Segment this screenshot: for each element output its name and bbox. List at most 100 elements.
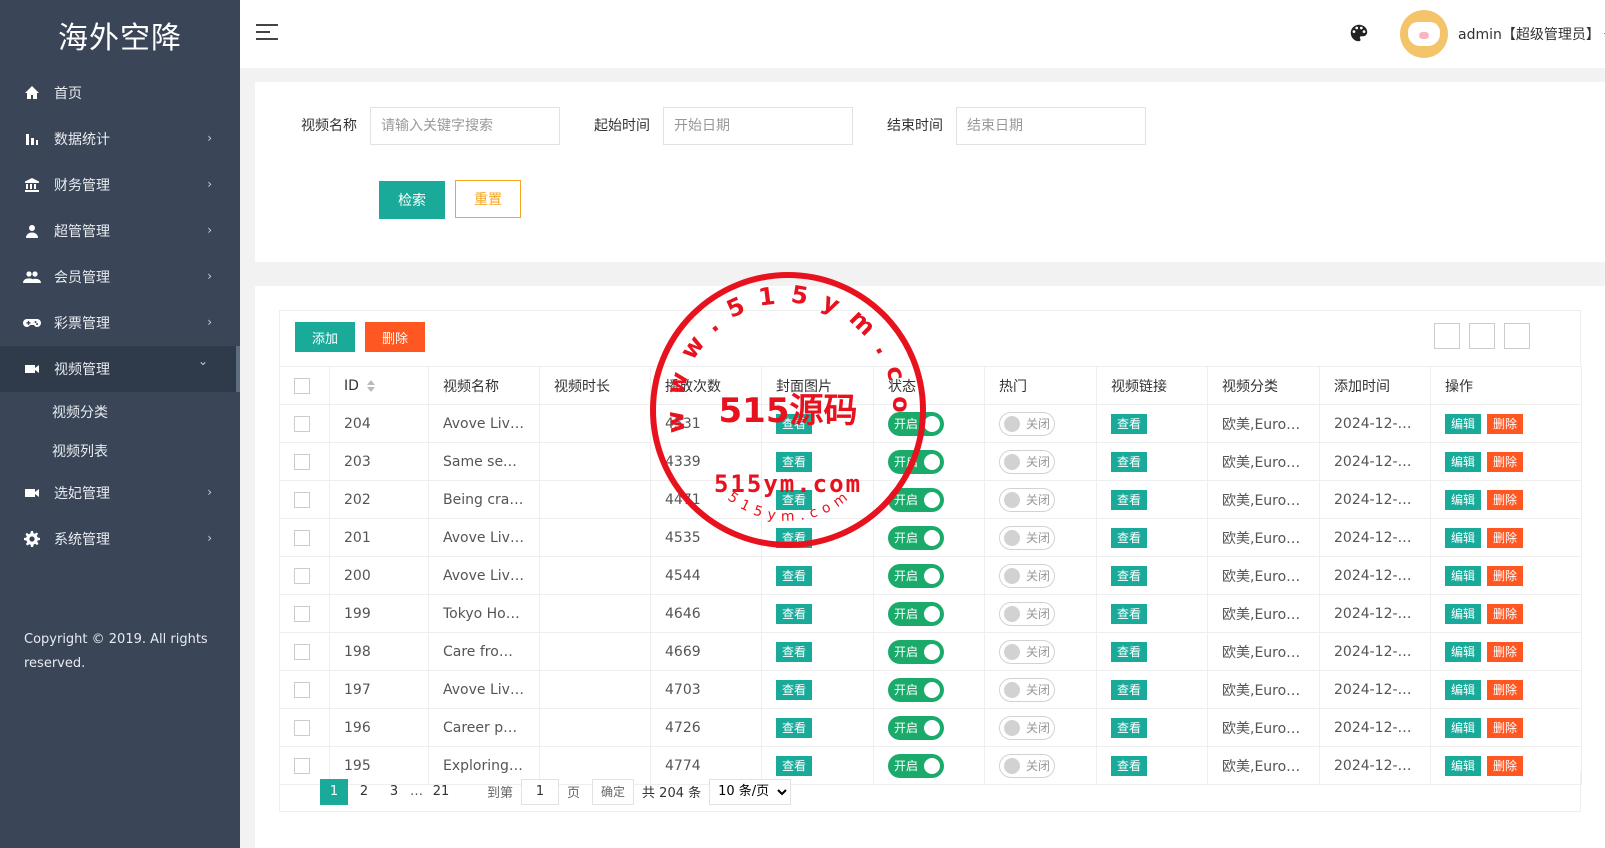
delete-row-button[interactable]: 删除	[1487, 603, 1524, 624]
col-id[interactable]: ID	[329, 366, 429, 405]
hot-toggle[interactable]: 关闭	[999, 563, 1055, 588]
status-toggle[interactable]: 开启	[888, 487, 944, 512]
view-link-button[interactable]: 查看	[1111, 565, 1148, 586]
sidebar-item-5[interactable]: 彩票管理 ›	[0, 300, 240, 346]
row-actions: 编辑 删除	[1445, 527, 1524, 548]
end-date-input[interactable]	[956, 107, 1146, 145]
view-cover-button[interactable]: 查看	[776, 603, 813, 624]
reset-button[interactable]: 重置	[455, 180, 521, 218]
row-checkbox[interactable]	[294, 415, 310, 432]
video-name-input[interactable]	[370, 107, 560, 145]
sidebar-item-4[interactable]: 会员管理 ›	[0, 254, 240, 300]
row-checkbox[interactable]	[294, 491, 310, 508]
edit-button[interactable]: 编辑	[1445, 717, 1482, 738]
search-button[interactable]: 检索	[379, 181, 445, 219]
view-link-button[interactable]: 查看	[1111, 413, 1148, 434]
row-checkbox[interactable]	[294, 567, 310, 584]
print-icon[interactable]	[1504, 323, 1530, 349]
export-icon[interactable]	[1469, 323, 1495, 349]
edit-button[interactable]: 编辑	[1445, 413, 1482, 434]
edit-button[interactable]: 编辑	[1445, 641, 1482, 662]
delete-row-button[interactable]: 删除	[1487, 451, 1524, 472]
view-link-button[interactable]: 查看	[1111, 641, 1148, 662]
edit-button[interactable]: 编辑	[1445, 679, 1482, 700]
view-cover-button[interactable]: 查看	[776, 565, 813, 586]
sidebar-item-2[interactable]: 财务管理 ›	[0, 162, 240, 208]
sort-icon[interactable]	[366, 379, 375, 392]
video-table: ID 视频名称 视频时长 播放次数 封面图片 状态 热门 视频链接 视频分类 添…	[279, 366, 1582, 785]
hot-toggle[interactable]: 关闭	[999, 601, 1055, 626]
status-toggle[interactable]: 开启	[888, 601, 944, 626]
hot-toggle[interactable]: 关闭	[999, 677, 1055, 702]
hot-toggle[interactable]: 关闭	[999, 525, 1055, 550]
view-cover-button[interactable]: 查看	[776, 527, 813, 548]
row-checkbox[interactable]	[294, 453, 310, 470]
sidebar-item-0[interactable]: 首页	[0, 70, 240, 116]
delete-row-button[interactable]: 删除	[1487, 413, 1524, 434]
columns-filter-icon[interactable]	[1434, 323, 1460, 349]
view-link-button[interactable]: 查看	[1111, 527, 1148, 548]
delete-row-button[interactable]: 删除	[1487, 565, 1524, 586]
sidebar-item-3[interactable]: 超管管理 ›	[0, 208, 240, 254]
view-cover-button[interactable]: 查看	[776, 451, 813, 472]
page-size-select[interactable]: 10 条/页	[709, 778, 792, 805]
page-last[interactable]: 21	[427, 779, 455, 805]
palette-icon[interactable]	[1348, 22, 1370, 44]
goto-page-input[interactable]	[521, 778, 560, 805]
status-toggle[interactable]: 开启	[888, 639, 944, 664]
sidebar-item-8[interactable]: 系统管理 ›	[0, 516, 240, 562]
row-checkbox[interactable]	[294, 681, 310, 698]
delete-row-button[interactable]: 删除	[1487, 527, 1524, 548]
sidebar-item-7[interactable]: 选妃管理 ›	[0, 470, 240, 516]
view-cover-button[interactable]: 查看	[776, 717, 813, 738]
add-button[interactable]: 添加	[295, 322, 355, 352]
user-menu[interactable]: admin【超级管理员】	[1458, 24, 1605, 44]
edit-button[interactable]: 编辑	[1445, 527, 1482, 548]
sidebar-item-1[interactable]: 数据统计 ›	[0, 116, 240, 162]
view-cover-button[interactable]: 查看	[776, 641, 813, 662]
select-all-checkbox[interactable]	[294, 377, 310, 394]
submenu-item-1[interactable]: 视频列表	[0, 431, 240, 470]
view-link-button[interactable]: 查看	[1111, 451, 1148, 472]
page-2[interactable]: 2	[350, 779, 378, 805]
submenu-item-0[interactable]: 视频分类	[0, 392, 240, 431]
avatar[interactable]	[1400, 10, 1448, 58]
hot-toggle[interactable]: 关闭	[999, 487, 1055, 512]
edit-button[interactable]: 编辑	[1445, 489, 1482, 510]
edit-button[interactable]: 编辑	[1445, 565, 1482, 586]
hot-toggle[interactable]: 关闭	[999, 411, 1055, 436]
hot-toggle[interactable]: 关闭	[999, 449, 1055, 474]
goto-confirm-button[interactable]: 确定	[592, 778, 635, 805]
page-1[interactable]: 1	[320, 778, 348, 805]
start-date-input[interactable]	[663, 107, 853, 145]
delete-row-button[interactable]: 删除	[1487, 489, 1524, 510]
status-toggle[interactable]: 开启	[888, 411, 944, 436]
view-link-button[interactable]: 查看	[1111, 603, 1148, 624]
status-toggle[interactable]: 开启	[888, 715, 944, 740]
view-link-button[interactable]: 查看	[1111, 679, 1148, 700]
hot-toggle[interactable]: 关闭	[999, 715, 1055, 740]
menu-toggle-icon[interactable]	[256, 24, 278, 42]
view-link-button[interactable]: 查看	[1111, 489, 1148, 510]
sidebar-item-6[interactable]: 视频管理 ⌄	[0, 346, 240, 392]
batch-delete-button[interactable]: 删除	[365, 322, 425, 352]
view-link-button[interactable]: 查看	[1111, 717, 1148, 738]
row-checkbox[interactable]	[294, 605, 310, 622]
delete-row-button[interactable]: 删除	[1487, 679, 1524, 700]
status-toggle[interactable]: 开启	[888, 525, 944, 550]
status-toggle[interactable]: 开启	[888, 563, 944, 588]
status-toggle[interactable]: 开启	[888, 677, 944, 702]
row-checkbox[interactable]	[294, 529, 310, 546]
row-checkbox[interactable]	[294, 643, 310, 660]
page-3[interactable]: 3	[380, 779, 408, 805]
row-checkbox[interactable]	[294, 719, 310, 736]
edit-button[interactable]: 编辑	[1445, 603, 1482, 624]
view-cover-button[interactable]: 查看	[776, 679, 813, 700]
view-cover-button[interactable]: 查看	[776, 413, 813, 434]
hot-toggle[interactable]: 关闭	[999, 639, 1055, 664]
status-toggle[interactable]: 开启	[888, 449, 944, 474]
view-cover-button[interactable]: 查看	[776, 489, 813, 510]
delete-row-button[interactable]: 删除	[1487, 717, 1524, 738]
delete-row-button[interactable]: 删除	[1487, 641, 1524, 662]
edit-button[interactable]: 编辑	[1445, 451, 1482, 472]
